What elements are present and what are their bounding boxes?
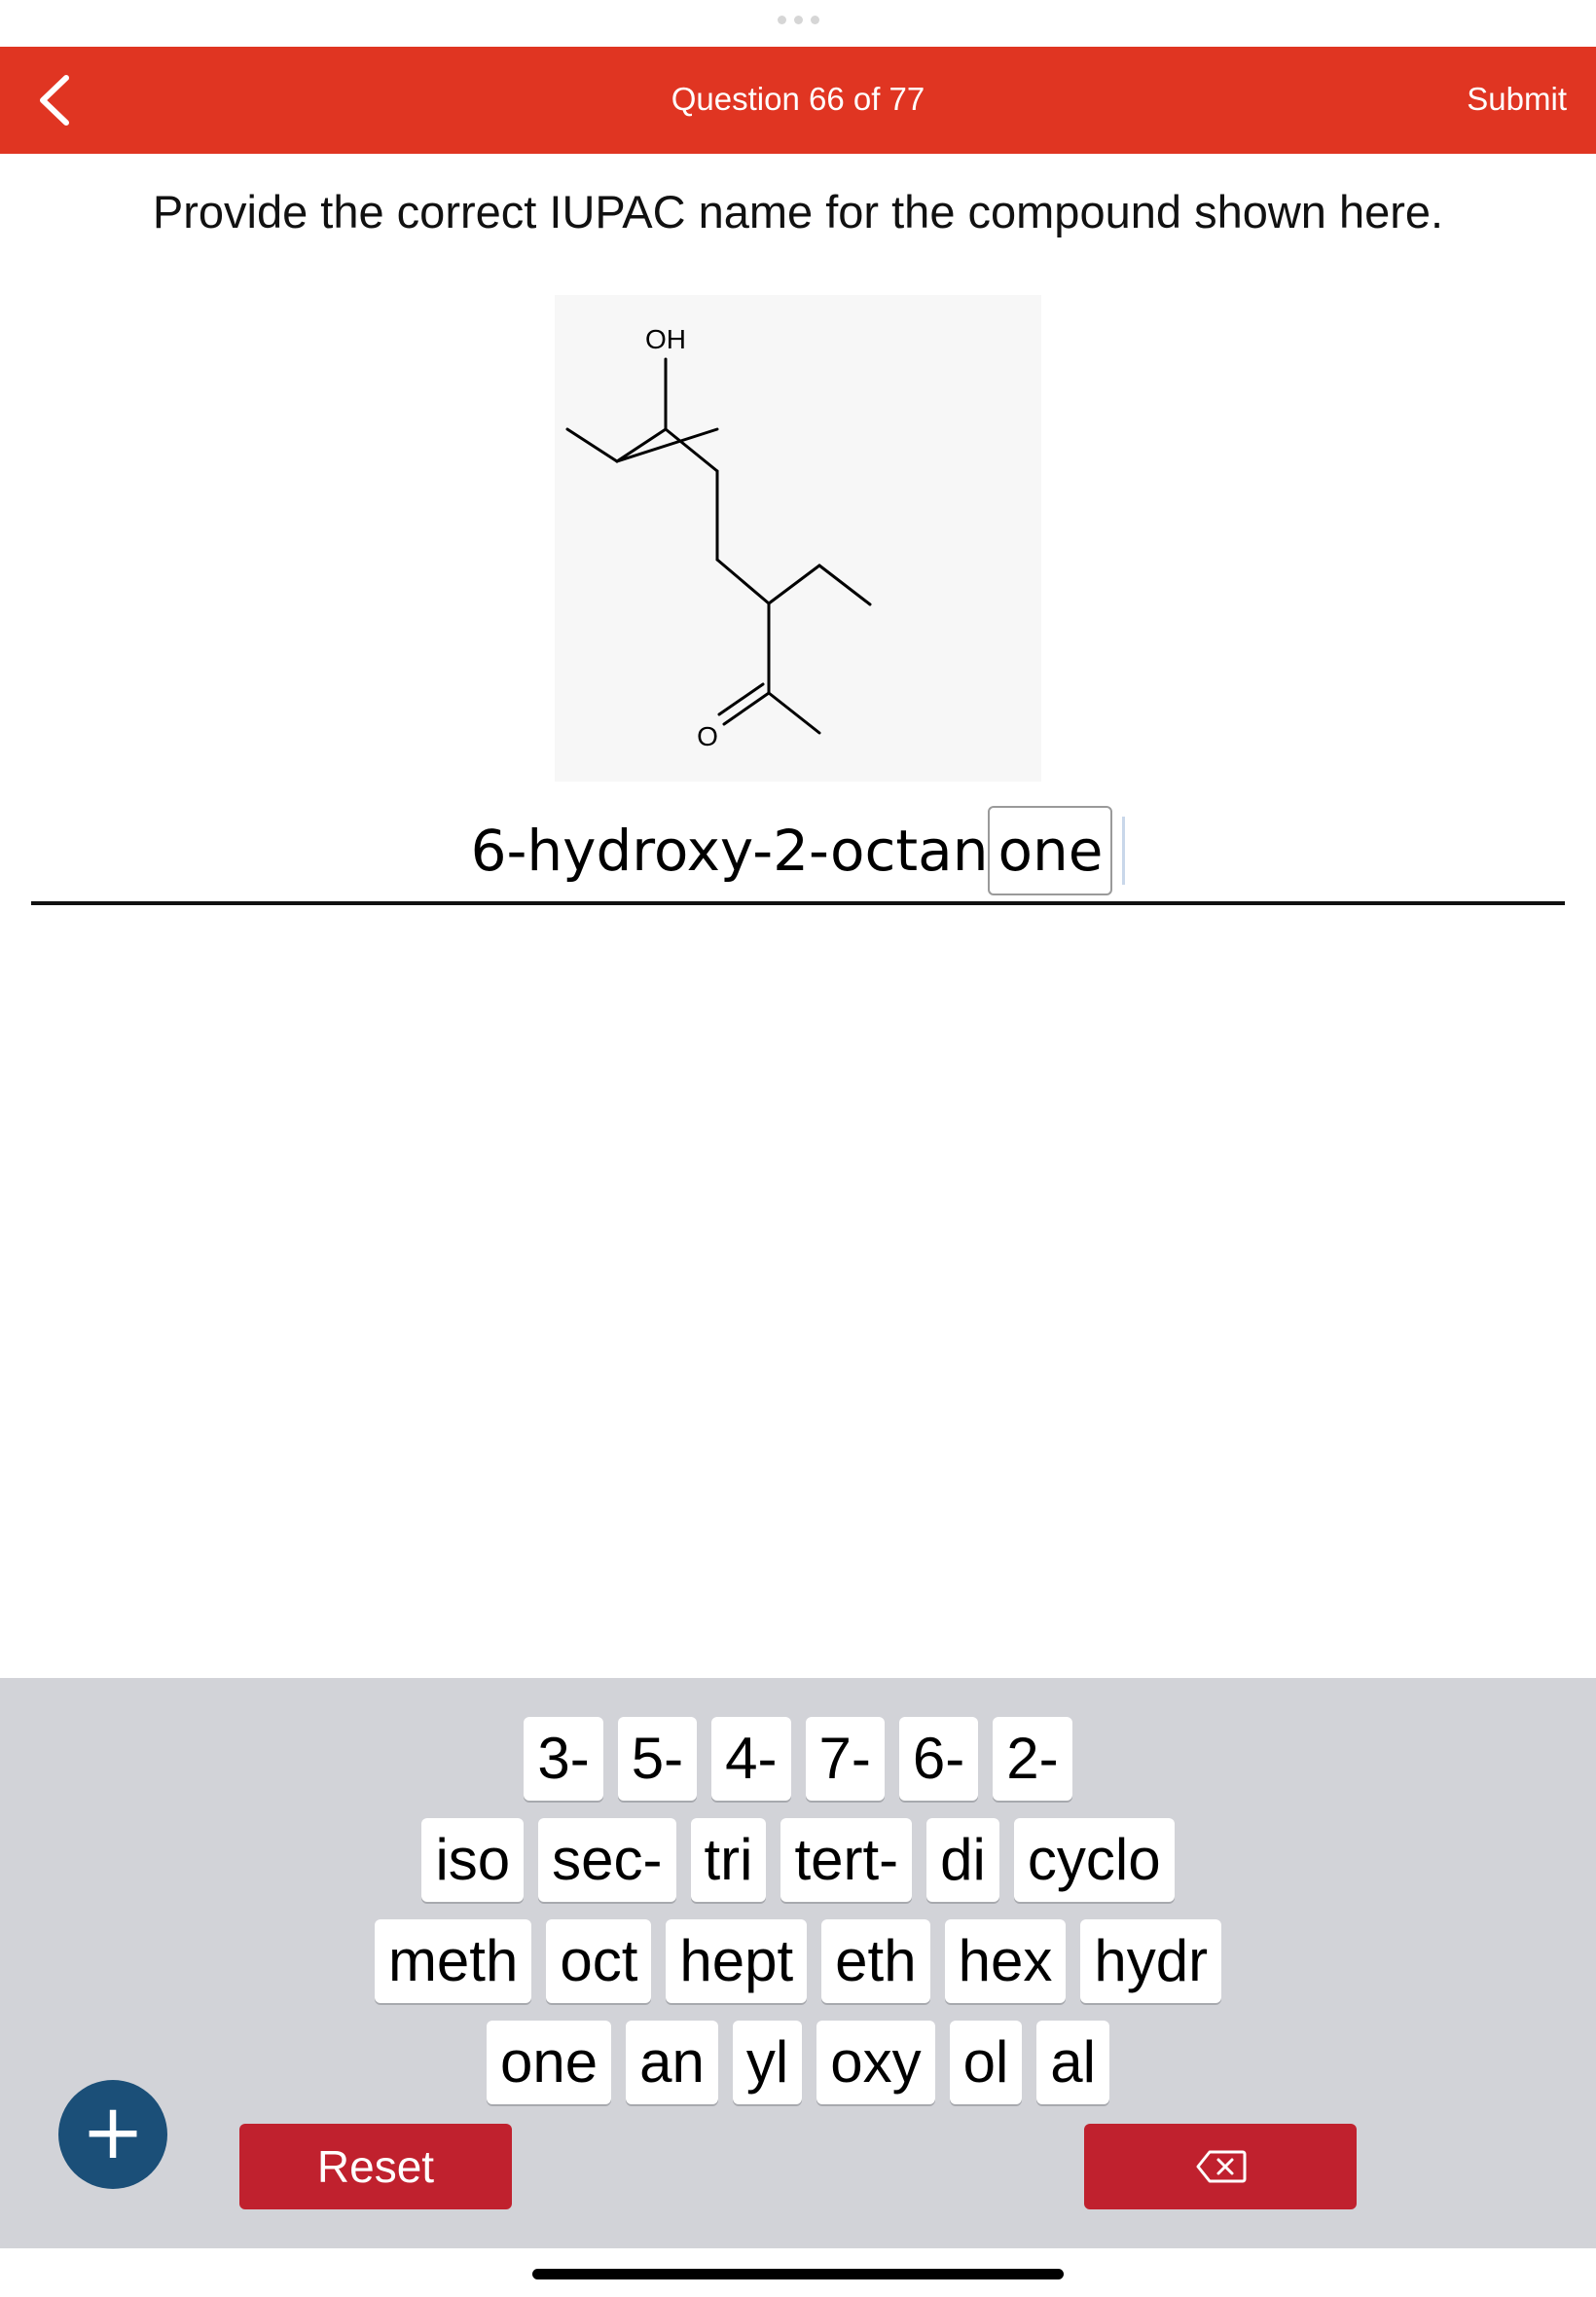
bond bbox=[767, 564, 821, 605]
backspace-icon bbox=[1196, 2150, 1247, 2183]
key-cyclo[interactable]: cyclo bbox=[1013, 1818, 1175, 1902]
key-row-locants: 3- 5- 4- 7- 6- 2- bbox=[0, 1717, 1596, 1801]
key-row-prefixes: iso sec- tri tert- di cyclo bbox=[0, 1818, 1596, 1902]
key-ol[interactable]: ol bbox=[949, 2021, 1023, 2104]
key-di[interactable]: di bbox=[926, 1818, 999, 1902]
submit-button[interactable]: Submit bbox=[1467, 81, 1567, 118]
key-oct[interactable]: oct bbox=[546, 1919, 652, 2003]
key-7[interactable]: 7- bbox=[805, 1717, 885, 1801]
key-one[interactable]: one bbox=[487, 2021, 612, 2104]
structure-image: OH O bbox=[555, 295, 1041, 782]
plus-icon: + bbox=[81, 2089, 145, 2176]
key-eth[interactable]: eth bbox=[821, 1919, 930, 2003]
key-al[interactable]: al bbox=[1036, 2021, 1109, 2104]
key-hex[interactable]: hex bbox=[944, 1919, 1067, 2003]
bond bbox=[615, 427, 719, 463]
key-yl[interactable]: yl bbox=[732, 2021, 803, 2104]
add-button[interactable]: + bbox=[58, 2080, 167, 2189]
key-sec[interactable]: sec- bbox=[538, 1818, 676, 1902]
key-tri[interactable]: tri bbox=[690, 1818, 767, 1902]
bond bbox=[615, 427, 668, 463]
bond bbox=[715, 558, 771, 605]
key-meth[interactable]: meth bbox=[374, 1919, 532, 2003]
molecule-structure: OH O bbox=[565, 324, 872, 751]
header-title: Question 66 of 77 bbox=[671, 81, 925, 117]
answer-field[interactable]: 6-hydroxy-2-octan one bbox=[0, 806, 1596, 903]
bond bbox=[664, 427, 719, 473]
home-indicator bbox=[532, 2269, 1064, 2279]
oh-label: OH bbox=[645, 324, 686, 354]
bond bbox=[565, 427, 619, 463]
key-row-suffixes: one an yl oxy ol al bbox=[0, 2021, 1596, 2104]
key-tert[interactable]: tert- bbox=[780, 1818, 913, 1902]
question-prompt: Provide the correct IUPAC name for the c… bbox=[152, 186, 1444, 237]
key-row-roots: meth oct hept eth hex hydr bbox=[0, 1919, 1596, 2003]
bond bbox=[767, 691, 821, 735]
key-iso[interactable]: iso bbox=[421, 1818, 525, 1902]
header-bar: Question 66 of 77 Submit bbox=[0, 47, 1596, 154]
answer-underline bbox=[31, 901, 1565, 905]
key-an[interactable]: an bbox=[626, 2021, 718, 2104]
status-dots bbox=[775, 16, 821, 27]
answer-text: 6-hydroxy-2-octan bbox=[470, 818, 989, 884]
key-2[interactable]: 2- bbox=[993, 1717, 1072, 1801]
key-hydr[interactable]: hydr bbox=[1080, 1919, 1222, 2003]
bond-carbonyl-double bbox=[717, 682, 765, 716]
key-6[interactable]: 6- bbox=[898, 1717, 979, 1801]
delete-button[interactable] bbox=[1084, 2124, 1357, 2209]
answer-token-selected[interactable]: one bbox=[988, 806, 1113, 895]
bond-carbonyl bbox=[722, 691, 771, 726]
key-4[interactable]: 4- bbox=[711, 1717, 791, 1801]
bond bbox=[817, 564, 872, 606]
o-label: O bbox=[697, 721, 718, 751]
key-5[interactable]: 5- bbox=[617, 1717, 698, 1801]
key-3[interactable]: 3- bbox=[524, 1717, 603, 1801]
reset-button[interactable]: Reset bbox=[239, 2124, 512, 2209]
key-hept[interactable]: hept bbox=[666, 1919, 808, 2003]
key-oxy[interactable]: oxy bbox=[816, 2021, 935, 2104]
text-caret bbox=[1122, 817, 1126, 885]
